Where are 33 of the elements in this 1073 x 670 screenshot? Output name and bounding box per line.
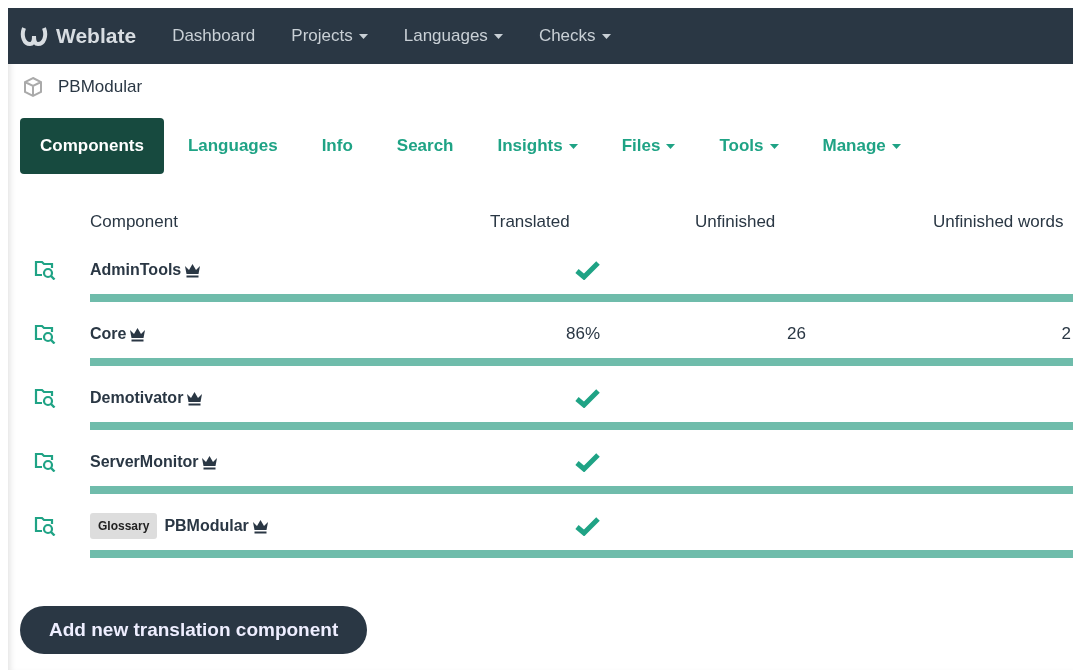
component-name[interactable]: Demotivator — [90, 389, 184, 407]
column-header[interactable]: Unfinished words — [880, 212, 1073, 232]
folder-search-icon[interactable] — [34, 452, 56, 472]
glossary-badge: Glossary — [90, 513, 158, 539]
folder-search-icon[interactable] — [34, 324, 56, 344]
component-name[interactable]: AdminTools — [90, 261, 182, 279]
table-cell: 26 — [787, 324, 806, 344]
tab[interactable]: Components — [20, 118, 164, 174]
logo-icon[interactable] — [20, 25, 48, 47]
component-name[interactable]: Core — [90, 325, 127, 343]
nav-link[interactable]: Checks — [538, 26, 611, 46]
nav-link[interactable]: Dashboard — [172, 26, 256, 46]
crown-icon — [186, 390, 204, 406]
component-name[interactable]: ServerMonitor — [90, 453, 199, 471]
folder-search-icon[interactable] — [34, 260, 56, 280]
table-cell: 2 — [1061, 324, 1071, 344]
crown-icon — [201, 454, 219, 470]
crown-icon — [129, 326, 147, 342]
add-component-button[interactable]: Add new translation component — [20, 606, 368, 654]
nav-link[interactable]: Languages — [403, 26, 503, 46]
folder-search-icon[interactable] — [34, 388, 56, 408]
crown-icon — [251, 518, 269, 534]
component-name[interactable]: PBModular — [164, 517, 249, 535]
column-header[interactable]: Unfinished — [640, 212, 880, 232]
cube-icon — [22, 76, 44, 98]
crown-icon — [184, 262, 202, 278]
nav-link[interactable]: Projects — [291, 26, 368, 46]
table-cell: 86% — [565, 324, 600, 344]
column-header[interactable]: Component — [90, 212, 490, 232]
brand-name[interactable]: Weblate — [56, 24, 137, 48]
folder-search-icon[interactable] — [34, 516, 56, 536]
project-name[interactable]: PBModular — [58, 77, 143, 97]
column-header[interactable]: Translated — [490, 212, 640, 232]
